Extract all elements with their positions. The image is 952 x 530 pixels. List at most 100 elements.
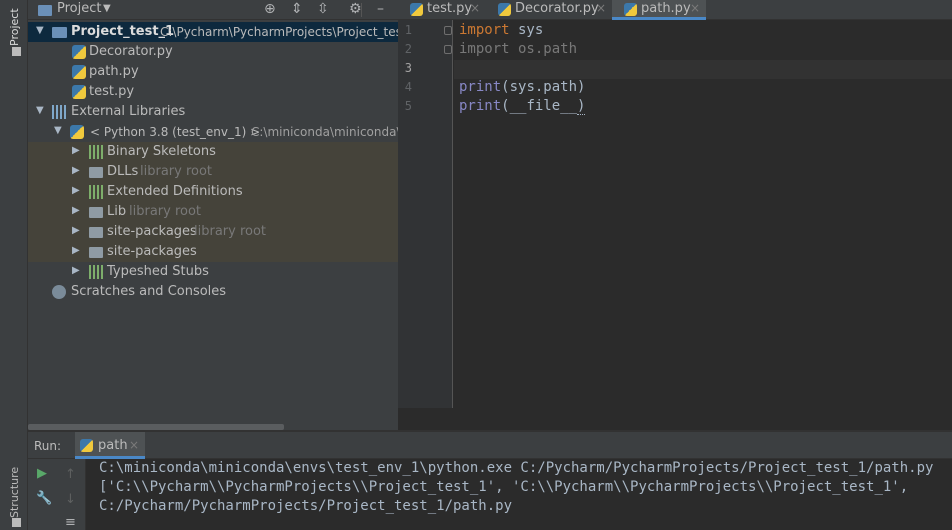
tree-python-sdk-label: < Python 3.8 (test_env_1) > [90, 125, 261, 139]
editor-tabs-bar: test.py × Decorator.py × path.py × [398, 0, 952, 20]
code-text: __file__ [509, 98, 578, 114]
tree-file-label: Decorator.py [89, 44, 173, 59]
tree-lib-site-packages[interactable]: ▶ site-packages [28, 242, 398, 262]
tab-label: test.py [427, 1, 473, 16]
tree-root-name: Project_test_1 [71, 24, 175, 39]
tree-python-sdk[interactable]: ▼ < Python 3.8 (test_env_1) > C:\minicon… [28, 122, 401, 142]
chevron-right-icon[interactable]: ▶ [72, 265, 80, 276]
line-number: 3 [404, 61, 412, 75]
arrow-up-icon[interactable]: ↑ [65, 467, 76, 482]
soft-wrap-icon[interactable]: ≡ [65, 515, 76, 530]
close-icon[interactable]: × [596, 1, 606, 15]
folder-icon [89, 207, 103, 218]
line-number: 4 [404, 80, 412, 94]
close-icon[interactable]: × [470, 1, 480, 15]
tree-file-label: test.py [89, 84, 135, 99]
console-line: C:\miniconda\miniconda\envs\test_env_1\p… [99, 460, 934, 476]
expand-all-icon[interactable]: ⇕ [291, 1, 303, 17]
editor-bottom-area [398, 408, 952, 432]
tree-external-libraries[interactable]: ▼ External Libraries [28, 102, 398, 122]
tree-lib-label: site-packages [107, 224, 197, 239]
tree-file-test[interactable]: test.py [28, 82, 398, 102]
chevron-right-icon[interactable]: ▶ [72, 205, 80, 216]
chevron-right-icon[interactable]: ▶ [72, 225, 80, 236]
run-tab-path[interactable]: path × [75, 432, 145, 459]
tree-root-project[interactable]: ▼ Project_test_1 C:\Pycharm\PycharmProje… [28, 22, 420, 42]
arrow-down-icon[interactable]: ↓ [65, 492, 76, 507]
python-file-icon [72, 85, 86, 99]
tab-test-py[interactable]: test.py × [398, 0, 485, 20]
python-icon [80, 439, 93, 452]
tree-lib-site-packages-root[interactable]: ▶ site-packages library root [28, 222, 398, 242]
code-text: ( [501, 98, 510, 114]
python-icon [70, 125, 84, 139]
python-file-icon [410, 3, 423, 16]
run-toolbar: ▶ ↑ 🔧 ↓ ≡ [28, 459, 86, 530]
python-file-icon [72, 45, 86, 59]
tree-lib-label: Lib [107, 204, 127, 219]
fold-marker-icon[interactable] [444, 45, 452, 54]
tree-lib-label: Binary Skeletons [107, 144, 216, 159]
tab-path-py[interactable]: path.py × [612, 0, 706, 20]
tree-file-path[interactable]: path.py [28, 62, 398, 82]
tree-lib-lib[interactable]: ▶ Lib library root [28, 202, 398, 222]
library-icon [89, 185, 103, 199]
locate-icon[interactable]: ⊕ [264, 1, 276, 17]
hide-panel-icon[interactable]: – [377, 1, 384, 17]
tree-external-libraries-label: External Libraries [71, 104, 186, 119]
tree-lib-label: Extended Definitions [107, 184, 243, 199]
tree-lib-hint: library root [194, 224, 267, 239]
chevron-down-icon[interactable]: ▼ [36, 25, 44, 36]
project-tool-icon[interactable] [12, 47, 21, 56]
tree-scratches-label: Scratches and Consoles [71, 284, 227, 299]
tree-lib-label: Typeshed Stubs [107, 264, 209, 279]
structure-tool-icon[interactable] [12, 518, 21, 527]
run-tab-label: path [98, 438, 128, 453]
tab-label: Decorator.py [515, 1, 599, 16]
builtin-function: print [459, 79, 502, 95]
line-number: 1 [404, 23, 412, 37]
python-file-icon [72, 65, 86, 79]
chevron-right-icon[interactable]: ▶ [72, 165, 80, 176]
tree-lib-hint: library root [129, 204, 202, 219]
library-icon [89, 145, 103, 159]
line-number: 2 [404, 42, 412, 56]
run-panel-header: Run: path × [28, 432, 952, 459]
tree-lib-dlls[interactable]: ▶ DLLs library root [28, 162, 398, 182]
folder-icon [89, 227, 103, 238]
tree-lib-binary-skeletons[interactable]: ▶ Binary Skeletons [28, 142, 398, 162]
folder-icon [52, 27, 67, 38]
chevron-down-icon[interactable]: ▼ [36, 105, 44, 116]
code-editor[interactable]: import sys import os.path print(sys.path… [454, 20, 952, 408]
tree-scratches[interactable]: Scratches and Consoles [28, 282, 398, 302]
chevron-right-icon[interactable]: ▶ [72, 245, 80, 256]
tab-label: path.py [641, 1, 691, 16]
run-console[interactable]: C:\miniconda\miniconda\envs\test_env_1\p… [87, 459, 952, 530]
tree-lib-extended-definitions[interactable]: ▶ Extended Definitions [28, 182, 398, 202]
tree-lib-label: DLLs [107, 164, 139, 179]
project-panel-header: Project ▼ ⊕ ⇕ ⇳ ⚙ – [28, 0, 398, 20]
chevron-right-icon[interactable]: ▶ [72, 185, 80, 196]
project-tool-tab[interactable]: Project [8, 0, 21, 46]
python-file-icon [498, 3, 511, 16]
chevron-down-icon[interactable]: ▼ [54, 125, 62, 136]
close-icon[interactable]: × [129, 438, 139, 452]
chevron-right-icon[interactable]: ▶ [72, 145, 80, 156]
chevron-down-icon[interactable]: ▼ [103, 3, 111, 14]
folder-icon [89, 167, 103, 178]
collapse-all-icon[interactable]: ⇳ [317, 1, 329, 17]
gear-icon[interactable]: ⚙ [349, 1, 362, 17]
tree-lib-typeshed-stubs[interactable]: ▶ Typeshed Stubs [28, 262, 398, 282]
close-icon[interactable]: × [690, 1, 700, 15]
tree-lib-label: site-packages [107, 244, 197, 259]
code-text: (sys.path) [501, 79, 586, 95]
wrench-icon[interactable]: 🔧 [36, 491, 52, 506]
folder-icon [89, 247, 103, 258]
panel-title[interactable]: Project [57, 1, 101, 16]
tab-decorator-py[interactable]: Decorator.py × [486, 0, 610, 20]
fold-marker-icon[interactable] [444, 26, 452, 35]
rerun-icon[interactable]: ▶ [37, 466, 47, 481]
code-line-2: import os.path [459, 41, 577, 57]
tree-file-decorator[interactable]: Decorator.py [28, 42, 398, 62]
structure-tool-tab[interactable]: Structure [8, 462, 21, 518]
